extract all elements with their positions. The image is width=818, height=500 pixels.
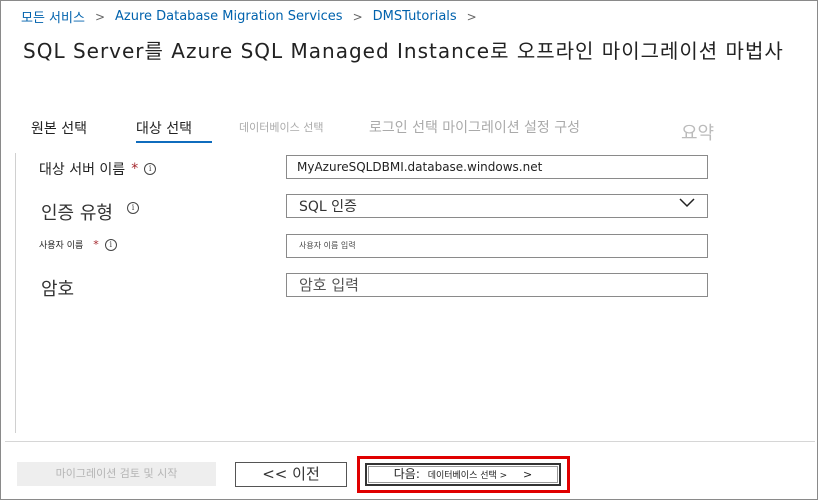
breadcrumb-item-dmstutorials[interactable]: DMSTutorials <box>373 9 457 24</box>
next-button[interactable]: 다음: 데이터베이스 선택 > > <box>365 463 561 486</box>
next-button-prefix: 다음: <box>393 467 420 481</box>
tab-source-select[interactable]: 원본 선택 <box>31 118 87 138</box>
page-title: SQL Server를 Azure SQL Managed Instance로 … <box>23 39 784 63</box>
auth-type-label: 인증 유형 i <box>41 199 139 225</box>
breadcrumb: 모든 서비스 > Azure Database Migration Servic… <box>21 7 477 26</box>
username-label-text: 사용자 이름 <box>39 241 84 251</box>
breadcrumb-separator: > <box>466 9 477 24</box>
tab-database-select: 데이터베이스 선택 <box>239 121 324 134</box>
next-button-chevron: > <box>523 468 533 481</box>
password-label-text: 암호 <box>41 279 75 300</box>
active-tab-indicator <box>136 141 212 143</box>
previous-button[interactable]: << 이전 <box>235 462 347 487</box>
password-label: 암호 <box>41 275 74 301</box>
username-placeholder: 사용자 이름 입력 <box>299 241 356 250</box>
auth-type-value: SQL 인증 <box>299 199 357 215</box>
username-input[interactable]: 사용자 이름 입력 <box>286 234 708 258</box>
username-label: 사용자 이름 * i <box>39 238 117 251</box>
info-icon[interactable]: i <box>126 202 139 214</box>
info-icon[interactable]: i <box>144 163 157 175</box>
required-mark: * <box>131 161 139 177</box>
target-server-value: MyAzureSQLDBMI.database.windows.net <box>297 160 543 174</box>
wizard-window: 모든 서비스 > Azure Database Migration Servic… <box>0 0 818 500</box>
target-server-label: 대상 서버 이름 * i <box>39 159 157 179</box>
chevron-down-icon <box>679 198 695 208</box>
tab-summary: 요약 <box>681 123 715 144</box>
target-server-label-text: 대상 서버 이름 <box>39 162 126 178</box>
form-divider <box>15 153 16 433</box>
breadcrumb-item-dms[interactable]: Azure Database Migration Services <box>115 9 343 24</box>
breadcrumb-separator: > <box>94 9 105 24</box>
auth-type-label-text: 인증 유형 <box>41 203 113 224</box>
tab-target-select[interactable]: 대상 선택 <box>136 118 192 138</box>
password-placeholder: 암호 입력 <box>299 276 359 294</box>
footer-divider <box>5 441 815 442</box>
wizard-tabs: 원본 선택 대상 선택 데이터베이스 선택 로그인 선택 마이그레이션 설정 구… <box>31 113 791 149</box>
next-button-target: 데이터베이스 선택 > <box>427 471 508 481</box>
target-server-input[interactable]: MyAzureSQLDBMI.database.windows.net <box>286 155 708 179</box>
tab-login-settings: 로그인 선택 마이그레이션 설정 구성 <box>369 120 580 136</box>
info-icon[interactable]: i <box>104 238 117 251</box>
breadcrumb-item-all-services[interactable]: 모든 서비스 <box>21 7 85 26</box>
review-start-migration-button: 마이그레이션 검토 및 시작 <box>17 462 216 486</box>
breadcrumb-separator: > <box>352 9 363 24</box>
password-input[interactable]: 암호 입력 <box>286 273 708 297</box>
auth-type-select[interactable]: SQL 인증 <box>286 194 708 218</box>
required-mark: * <box>93 238 99 251</box>
